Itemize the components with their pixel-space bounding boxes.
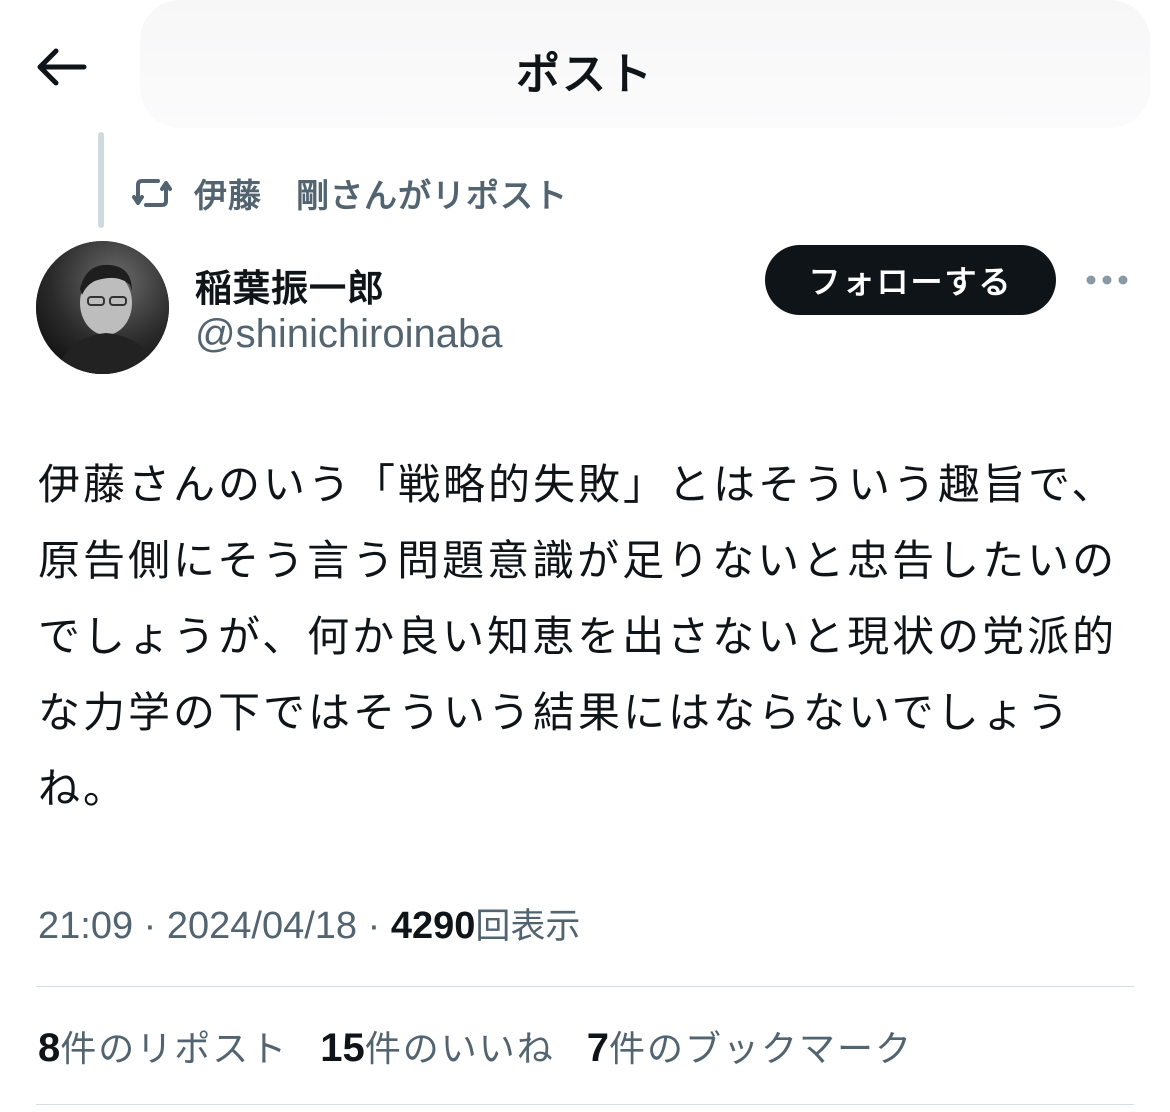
author-display-name[interactable]: 稲葉振一郎: [195, 258, 385, 312]
divider-top: [36, 986, 1134, 987]
engagement-stats: 8 件のリポスト 15 件のいいね 7 件のブックマーク: [38, 1020, 945, 1072]
views-label: 回表示: [475, 907, 581, 947]
top-navigation-bar: ポスト: [0, 0, 1170, 130]
more-options-button[interactable]: [1082, 260, 1132, 300]
avatar-photo: [36, 241, 169, 374]
views-count[interactable]: 4290: [391, 905, 476, 947]
bookmark-count-label: 件のブックマーク: [609, 1029, 914, 1070]
post-text: 伊藤さんのいう「戦略的失敗」とはそういう趣旨で、原告側にそう言う問題意識が足りな…: [38, 460, 1118, 813]
repost-count: 8: [38, 1026, 61, 1070]
avatar[interactable]: [36, 241, 169, 374]
post-date[interactable]: 2024/04/18: [167, 905, 357, 947]
bookmark-count: 7: [586, 1026, 610, 1070]
page-title: ポスト: [516, 49, 654, 100]
like-count: 15: [320, 1026, 365, 1070]
thread-connector-line: [98, 132, 104, 228]
divider-bottom: [36, 1104, 1134, 1105]
meta-separator-1: ·: [133, 905, 167, 947]
post-time[interactable]: 21:09: [38, 905, 133, 947]
repost-context[interactable]: 伊藤 剛さんがリポスト: [130, 170, 568, 216]
repost-icon: [132, 179, 172, 207]
follow-button[interactable]: フォローする: [765, 245, 1056, 315]
stat-likes[interactable]: 15 件のいいね: [320, 1020, 555, 1072]
repost-count-label: 件のリポスト: [60, 1029, 289, 1070]
more-horizontal-icon: [1086, 275, 1128, 285]
like-count-label: 件のいいね: [364, 1029, 555, 1070]
repost-label: 伊藤 剛さんがリポスト: [194, 176, 568, 215]
stat-bookmarks[interactable]: 7 件のブックマーク: [587, 1020, 913, 1072]
author-handle[interactable]: @shinichiroinaba: [195, 312, 502, 357]
meta-separator-2: ·: [357, 905, 391, 947]
stat-reposts[interactable]: 8 件のリポスト: [38, 1020, 288, 1072]
post-metadata: 21:09 · 2024/04/18 · 4290回表示: [38, 898, 580, 949]
